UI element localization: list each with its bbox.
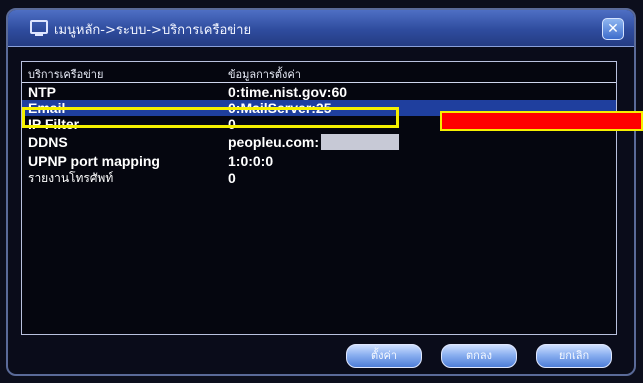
row-value: 0 (228, 170, 236, 186)
table-row-ddns[interactable]: DDNS peopleu.com: (22, 134, 616, 150)
table-header: บริการเครือข่าย ข้อมูลการตั้งค่า (22, 62, 616, 83)
annotation-red-bar (440, 111, 643, 131)
network-service-table: บริการเครือข่าย ข้อมูลการตั้งค่า NTP 0:t… (21, 61, 617, 335)
row-name: NTP (28, 84, 56, 100)
header-service: บริการเครือข่าย (28, 68, 104, 81)
row-value-wrap: peopleu.com: (228, 134, 400, 150)
row-value: peopleu.com: (228, 134, 320, 150)
dvr-screen: เมนูหลัก->ระบบ->บริการเครือข่าย ✕ บริการ… (0, 0, 643, 383)
close-icon[interactable]: ✕ (602, 18, 624, 40)
row-name: DDNS (28, 134, 68, 150)
cancel-button[interactable]: ยกเลิก (536, 344, 612, 368)
redacted-block (321, 134, 400, 150)
monitor-icon (30, 20, 48, 36)
ok-button[interactable]: ตกลง (441, 344, 517, 368)
annotation-highlight-box (22, 107, 399, 128)
table-row-upnp[interactable]: UPNP port mapping 1:0:0:0 (22, 153, 616, 169)
table-row-mobile-report[interactable]: รายงานโทรศัพท์ 0 (22, 170, 616, 186)
table-row-ntp[interactable]: NTP 0:time.nist.gov:60 (22, 84, 616, 100)
row-name: UPNP port mapping (28, 153, 160, 169)
row-value: 1:0:0:0 (228, 153, 274, 169)
header-settings: ข้อมูลการตั้งค่า (228, 68, 301, 81)
row-value: 0:time.nist.gov:60 (228, 84, 348, 100)
setup-button[interactable]: ตั้งค่า (346, 344, 422, 368)
window-title: เมนูหลัก->ระบบ->บริการเครือข่าย (54, 23, 252, 38)
title-bar: เมนูหลัก->ระบบ->บริการเครือข่าย ✕ (8, 10, 634, 47)
row-name: รายงานโทรศัพท์ (28, 171, 114, 185)
